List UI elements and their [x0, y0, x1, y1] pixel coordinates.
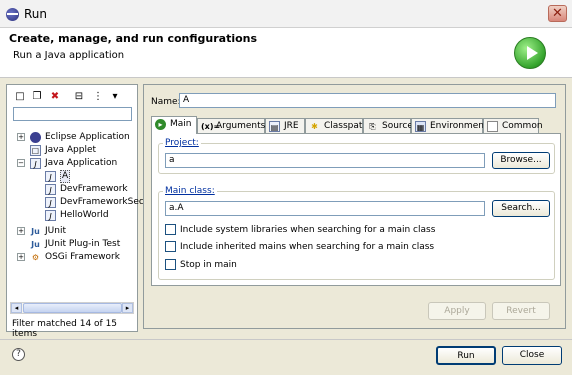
- dialog-title: Create, manage, and run configurations: [9, 32, 258, 45]
- apply-button[interactable]: Apply: [428, 302, 486, 320]
- expand-icon[interactable]: +: [17, 133, 25, 141]
- window-title: Run: [24, 7, 48, 21]
- configuration-list-panel: □ ❐ ✖ ⊟ ⋮ ▾ + Eclipse Application ☐ Java…: [6, 84, 144, 339]
- junit-icon: Ju: [31, 227, 40, 236]
- source-icon: ⎘: [369, 122, 376, 131]
- main-tab-content: Project: a Browse... Main class: a.A Sea…: [151, 133, 561, 286]
- eclipse-icon: [30, 132, 41, 143]
- main-tab-icon: ▸: [155, 119, 166, 130]
- project-label: Project:: [163, 138, 201, 148]
- filter-menu-arrow-icon[interactable]: ▾: [108, 90, 122, 104]
- tab-common[interactable]: Common: [483, 118, 543, 133]
- arguments-icon: (x)=: [201, 122, 221, 131]
- checkbox[interactable]: [165, 259, 176, 270]
- environment-icon: ▦: [415, 121, 426, 132]
- common-icon: [487, 121, 498, 132]
- applet-icon: ☐: [30, 145, 41, 156]
- java-app-icon: J: [45, 210, 56, 221]
- run-banner-icon: [514, 37, 546, 69]
- dialog-header: Create, manage, and run configurations R…: [0, 28, 572, 78]
- filter-icon[interactable]: ⋮: [91, 90, 105, 104]
- main-class-label: Main class:: [163, 186, 217, 196]
- scroll-left-icon[interactable]: ◂: [11, 303, 22, 313]
- tab-classpath[interactable]: ✱ Classpath: [305, 118, 368, 133]
- tab-source[interactable]: ⎘ Source: [363, 118, 413, 133]
- eclipse-icon: [6, 8, 19, 21]
- filter-input[interactable]: [13, 107, 132, 121]
- tab-environment[interactable]: ▦ Environment: [411, 118, 487, 133]
- collapse-icon[interactable]: −: [17, 159, 25, 167]
- horizontal-scrollbar[interactable]: ◂ ▸: [10, 302, 134, 314]
- dialog-subtitle: Run a Java application: [13, 50, 125, 61]
- delete-configuration-icon[interactable]: ✖: [48, 90, 62, 104]
- tab-strip: ▸ Main (x)= Arguments ▤ JRE ✱ Classpath …: [151, 116, 561, 134]
- classpath-icon: ✱: [311, 122, 318, 131]
- expand-icon[interactable]: +: [17, 227, 25, 235]
- name-field[interactable]: A: [179, 93, 556, 108]
- checkbox[interactable]: [165, 241, 176, 252]
- collapse-all-icon[interactable]: ⊟: [72, 90, 86, 104]
- run-button[interactable]: Run: [436, 346, 496, 365]
- search-button[interactable]: Search...: [492, 200, 550, 217]
- scrollbar-thumb[interactable]: [23, 303, 122, 313]
- main-class-group: Main class: a.A Search... Include system…: [158, 186, 555, 280]
- project-field[interactable]: a: [165, 153, 485, 168]
- scroll-right-icon[interactable]: ▸: [122, 303, 133, 313]
- junit-plugin-icon: Ju: [31, 240, 40, 249]
- configuration-editor: Name: A ▸ Main (x)= Arguments ▤ JRE ✱ Cl…: [143, 84, 566, 329]
- revert-button[interactable]: Revert: [492, 302, 550, 320]
- tab-jre[interactable]: ▤ JRE: [265, 118, 305, 133]
- checkbox[interactable]: [165, 224, 176, 235]
- tab-main[interactable]: ▸ Main: [151, 116, 197, 134]
- java-app-icon: J: [45, 184, 56, 195]
- java-app-icon: J: [45, 197, 56, 208]
- title-bar: Run ✕: [0, 0, 572, 28]
- expand-icon[interactable]: +: [17, 253, 25, 261]
- footer-separator: [0, 339, 572, 340]
- close-button[interactable]: Close: [502, 346, 562, 365]
- name-label: Name:: [151, 97, 181, 107]
- help-icon[interactable]: ?: [12, 348, 25, 361]
- project-group: Project: a Browse...: [158, 138, 555, 174]
- osgi-icon: ⚙: [31, 253, 40, 262]
- java-app-icon: J: [30, 158, 41, 169]
- duplicate-configuration-icon[interactable]: ❐: [30, 90, 44, 104]
- java-app-icon: J: [45, 171, 56, 182]
- close-window-icon[interactable]: ✕: [548, 5, 567, 22]
- jre-icon: ▤: [269, 121, 280, 132]
- browse-button[interactable]: Browse...: [492, 152, 550, 169]
- tab-arguments[interactable]: (x)= Arguments: [197, 118, 265, 133]
- main-class-field[interactable]: a.A: [165, 201, 485, 216]
- filter-status-text: Filter matched 14 of 15 items: [12, 319, 118, 339]
- new-configuration-icon[interactable]: □: [13, 90, 27, 104]
